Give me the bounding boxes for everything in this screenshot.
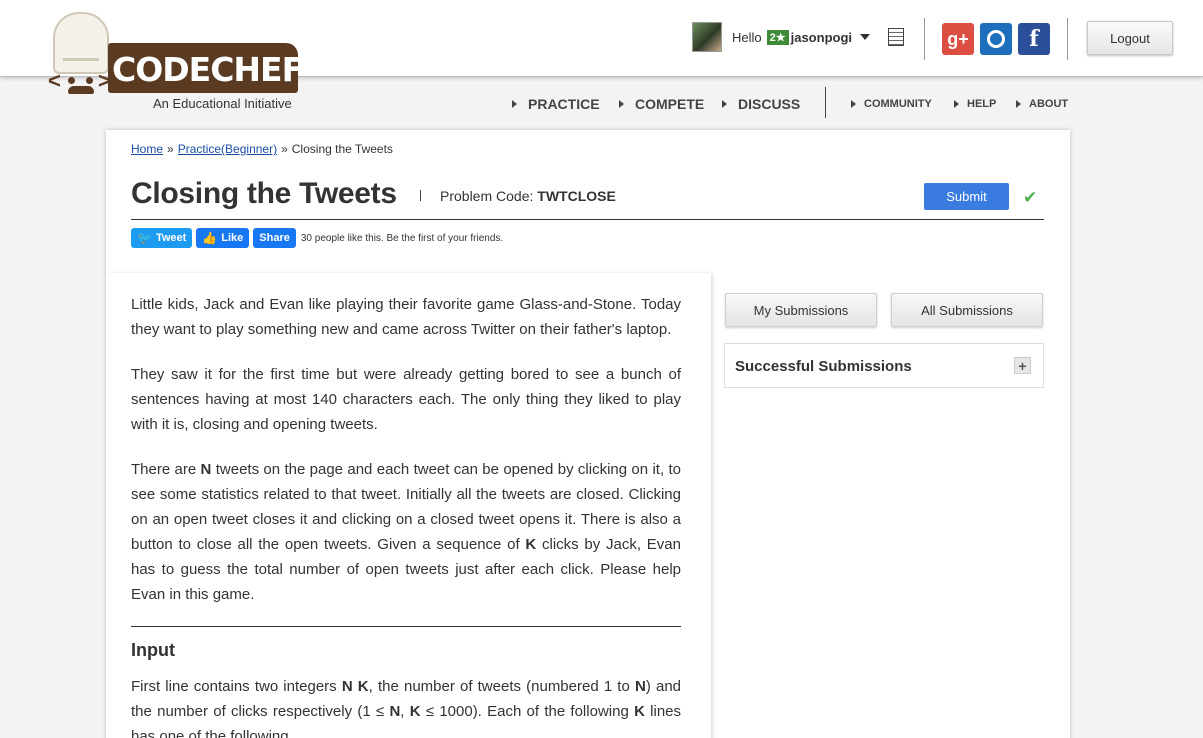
submit-button[interactable]: Submit xyxy=(924,183,1009,210)
share-button[interactable]: Share xyxy=(253,228,296,248)
nav-community[interactable]: COMMUNITY xyxy=(851,95,932,113)
top-header: < > CODECHEF An Educational Initiative H… xyxy=(0,0,1203,111)
logout-button[interactable]: Logout xyxy=(1087,21,1173,55)
logo-tagline: An Educational Initiative xyxy=(153,96,292,111)
problem-code-value: TWTCLOSE xyxy=(537,188,616,204)
my-submissions-button[interactable]: My Submissions xyxy=(725,293,877,327)
tweet-button[interactable]: 🐦 Tweet xyxy=(131,228,193,248)
header-divider xyxy=(1067,18,1068,60)
nav-discuss[interactable]: DISCUSS xyxy=(722,95,800,113)
notes-icon[interactable] xyxy=(888,28,904,46)
rating-badge: 2★ xyxy=(766,29,789,45)
greeting-text: Hello xyxy=(732,29,762,45)
nav-compete[interactable]: COMPETE xyxy=(619,95,704,113)
input-heading: Input xyxy=(131,640,175,660)
username[interactable]: jasonpogi xyxy=(791,30,852,45)
nav-practice[interactable]: PRACTICE xyxy=(512,95,600,113)
logo-wordmark-box: CODECHEF xyxy=(108,43,304,93)
breadcrumb: Home» Practice(Beginner)» Closing the Twee… xyxy=(131,142,393,156)
chef-face-icon: < > xyxy=(48,68,111,94)
google-plus-icon[interactable]: g+ xyxy=(942,23,974,55)
triangle-right-icon xyxy=(954,100,959,108)
thumbs-up-icon: 👍 xyxy=(202,231,218,245)
triangle-right-icon xyxy=(512,100,517,108)
nav-divider xyxy=(825,87,826,118)
likes-count-text: 30 people like this. Be the first of you… xyxy=(300,232,504,244)
chevron-down-icon[interactable] xyxy=(860,34,870,40)
share-bar: 🐦 Tweet 👍 Like Share 30 people like this. … xyxy=(131,228,503,248)
triangle-right-icon xyxy=(1016,100,1021,108)
codechef-logo[interactable]: < > CODECHEF An Educational Initiative xyxy=(45,10,305,112)
section-rule xyxy=(131,626,681,627)
triangle-right-icon xyxy=(722,100,727,108)
logo-wordmark: CODECHEF xyxy=(112,50,304,89)
triangle-right-icon xyxy=(619,100,624,108)
problem-card: Home» Practice(Beginner)» Closing the Twee… xyxy=(106,130,1070,738)
nav-about[interactable]: ABOUT xyxy=(1016,95,1068,113)
page-title: Closing the Tweets xyxy=(131,177,397,210)
user-menu[interactable]: Hello 2★ jasonpogi xyxy=(692,21,870,53)
checkmark-icon: ✔ xyxy=(1023,188,1038,207)
problem-code: Problem Code: TWTCLOSE xyxy=(440,188,616,204)
nav-help[interactable]: HELP xyxy=(954,95,996,113)
like-button[interactable]: 👍 Like xyxy=(196,228,250,248)
input-paragraph: First line contains two integers N K, th… xyxy=(131,678,682,738)
github-icon[interactable] xyxy=(980,23,1012,55)
triangle-right-icon xyxy=(851,100,856,108)
breadcrumb-practice-link[interactable]: Practice(Beginner) xyxy=(178,142,277,156)
title-divider xyxy=(420,190,421,201)
statement-paragraph-3: There are N tweets on the page and each … xyxy=(131,461,681,603)
breadcrumb-home-link[interactable]: Home xyxy=(131,142,163,156)
chef-hat-icon xyxy=(53,12,109,74)
statement-paragraph-1: Little kids, Jack and Evan like playing … xyxy=(131,296,681,338)
facebook-icon[interactable]: f xyxy=(1018,23,1050,55)
avatar[interactable] xyxy=(692,22,722,52)
all-submissions-button[interactable]: All Submissions xyxy=(891,293,1043,327)
successful-submissions-title: Successful Submissions xyxy=(735,358,912,375)
statement-paragraph-2: They saw it for the first time but were … xyxy=(131,366,681,433)
breadcrumb-current: Closing the Tweets xyxy=(291,142,393,156)
successful-submissions-panel[interactable]: Successful Submissions + xyxy=(724,343,1044,388)
expand-plus-icon[interactable]: + xyxy=(1014,357,1031,374)
twitter-bird-icon: 🐦 xyxy=(137,231,152,245)
header-divider xyxy=(924,18,925,60)
title-rule xyxy=(131,219,1044,220)
